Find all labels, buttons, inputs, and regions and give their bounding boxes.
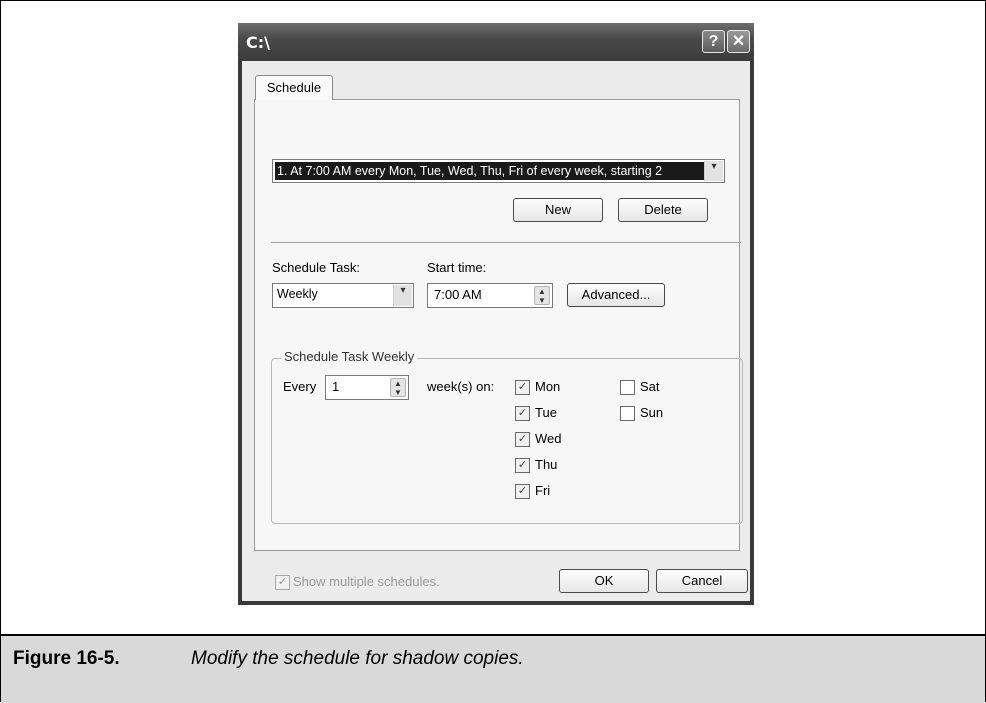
day-label-mon: Mon <box>535 379 561 394</box>
schedule-task-value: Weekly <box>277 287 318 301</box>
advanced-button[interactable]: Advanced... <box>567 283 665 307</box>
schedule-list-value: 1. At 7:00 AM every Mon, Tue, Wed, Thu, … <box>275 162 709 180</box>
dialog-client: Schedule 1. At 7:00 AM every Mon, Tue, W… <box>242 61 750 601</box>
figure-caption: Figure 16-5. Modify the schedule for sha… <box>1 634 985 703</box>
ok-button-label: OK <box>594 573 614 588</box>
every-weeks-value: 1 <box>332 379 340 394</box>
day-label-thu: Thu <box>535 457 558 472</box>
checkbox-tue[interactable]: ✓ <box>515 406 530 421</box>
spinner-arrows-icon[interactable]: ▲ ▼ <box>390 378 406 397</box>
checkbox-mon[interactable]: ✓ <box>515 380 530 395</box>
show-multiple-label: Show multiple schedules. <box>293 574 440 589</box>
weeks-on-label: week(s) on: <box>427 379 495 394</box>
checkbox-show-multiple[interactable]: ✓ <box>275 575 290 590</box>
chevron-down-icon[interactable]: ▾ <box>393 285 412 306</box>
delete-button[interactable]: Delete <box>618 198 708 222</box>
close-button[interactable]: ✕ <box>727 30 750 53</box>
start-time-value: 7:00 AM <box>434 287 482 302</box>
day-label-fri: Fri <box>535 483 551 498</box>
chevron-down-icon[interactable]: ▾ <box>704 161 723 181</box>
help-button[interactable]: ? <box>702 30 725 53</box>
day-label-sat: Sat <box>640 379 660 394</box>
start-time-spinner[interactable]: 7:00 AM ▲ ▼ <box>427 283 553 308</box>
every-weeks-spinner[interactable]: 1 ▲ ▼ <box>325 375 409 400</box>
dialog-window: C:\ ? ✕ Schedule 1. At 7:00 AM every Mon… <box>238 23 754 605</box>
cancel-button[interactable]: Cancel <box>656 569 748 593</box>
checkbox-wed[interactable]: ✓ <box>515 432 530 447</box>
schedule-list-select[interactable]: 1. At 7:00 AM every Mon, Tue, Wed, Thu, … <box>272 159 725 183</box>
help-icon: ? <box>708 33 719 50</box>
cancel-button-label: Cancel <box>681 573 723 588</box>
caption-text: Modify the schedule for shadow copies. <box>191 648 524 669</box>
close-icon: ✕ <box>731 33 746 50</box>
checkbox-thu[interactable]: ✓ <box>515 458 530 473</box>
checkbox-fri[interactable]: ✓ <box>515 484 530 499</box>
schedule-task-label: Schedule Task: <box>272 260 360 275</box>
weekly-group-title: Schedule Task Weekly <box>281 349 418 364</box>
day-label-tue: Tue <box>535 405 557 420</box>
advanced-button-label: Advanced... <box>581 287 651 302</box>
spinner-arrows-icon[interactable]: ▲ ▼ <box>534 286 550 305</box>
section-divider <box>271 242 741 243</box>
ok-button[interactable]: OK <box>559 569 649 593</box>
title-bar[interactable]: C:\ ? ✕ <box>238 23 754 61</box>
every-label: Every <box>283 379 317 394</box>
delete-button-label: Delete <box>644 202 682 217</box>
checkbox-sun[interactable] <box>620 406 635 421</box>
tab-schedule[interactable]: Schedule <box>255 75 333 100</box>
start-time-label: Start time: <box>427 260 487 275</box>
schedule-task-select[interactable]: Weekly ▾ <box>272 283 414 308</box>
caption-label: Figure 16-5. <box>13 648 120 669</box>
new-button-label: New <box>544 202 571 217</box>
checkbox-sat[interactable] <box>620 380 635 395</box>
day-label-wed: Wed <box>535 431 562 446</box>
new-button[interactable]: New <box>513 198 603 222</box>
schedule-panel: 1. At 7:00 AM every Mon, Tue, Wed, Thu, … <box>254 99 743 590</box>
day-label-sun: Sun <box>640 405 664 420</box>
window-title: C:\ <box>246 33 270 52</box>
